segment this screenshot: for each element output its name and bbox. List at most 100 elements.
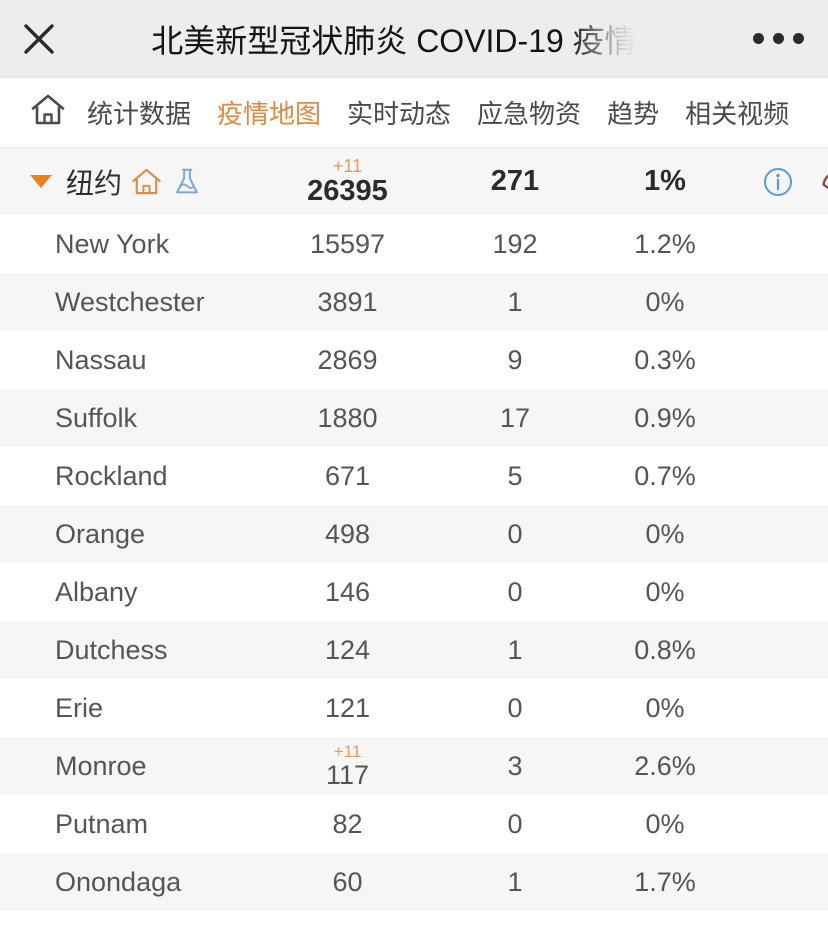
nav-tab-5[interactable]: 趋势	[594, 94, 672, 131]
county-confirmed-cell: 671	[255, 462, 440, 490]
county-name-cell: Nassau	[55, 344, 147, 375]
county-confirmed-cell: 60	[255, 868, 440, 896]
county-confirmed-cell: 498	[255, 520, 440, 548]
county-rate-cell: 1.2%	[634, 228, 696, 259]
county-name-cell: Albany	[55, 576, 138, 607]
county-confirmed-value: 2869	[317, 344, 378, 375]
window-title-bar: 北美新型冠状肺炎 COVID-19 疫情	[0, 0, 828, 78]
region-header-row[interactable]: 纽约 +11 26395 271 1%	[0, 148, 828, 215]
more-options-button[interactable]	[728, 0, 828, 78]
county-deaths-cell: 0	[507, 808, 523, 839]
county-rate-cell: 0.8%	[634, 634, 696, 665]
county-confirmed-cell: 2869	[255, 346, 440, 374]
table-row[interactable]: New York 15597 192 1.2%	[0, 215, 828, 273]
close-button[interactable]	[0, 0, 78, 78]
table-row[interactable]: Monroe +11 117 3 2.6%	[0, 737, 828, 795]
nav-tab-6[interactable]: 相关视频	[672, 94, 802, 131]
county-deaths-cell: 1	[507, 634, 523, 665]
county-confirmed-cell: 1880	[255, 404, 440, 432]
county-confirmed-value: 3891	[317, 286, 378, 317]
nav-home-button[interactable]	[22, 87, 74, 139]
county-rate-cell: 1.7%	[634, 866, 696, 897]
flask-icon[interactable]	[171, 166, 203, 198]
county-rate-cell: 0%	[645, 808, 685, 839]
region-name-cell: 纽约	[0, 162, 255, 202]
region-rate-cell: 1%	[644, 165, 686, 198]
region-confirmed-cell: +11 26395	[255, 156, 440, 207]
county-deaths-cell: 5	[507, 460, 523, 491]
table-row[interactable]: Nassau 2869 9 0.3%	[0, 331, 828, 389]
table-row[interactable]: Rockland 671 5 0.7%	[0, 447, 828, 505]
county-deaths-cell: 1	[507, 286, 523, 317]
county-confirmed-value: 146	[324, 576, 371, 607]
county-confirmed-value: 498	[324, 518, 371, 549]
county-name-cell: Orange	[55, 518, 146, 549]
county-confirmed-cell: 15597	[255, 230, 440, 258]
county-deaths-cell: 0	[507, 692, 523, 723]
county-confirmed-cell: +11 117	[255, 742, 440, 790]
house-icon[interactable]	[130, 165, 163, 198]
nav-tab-3[interactable]: 实时动态	[334, 94, 464, 131]
county-rate-cell: 0%	[645, 286, 685, 317]
home-icon	[29, 91, 67, 134]
county-confirmed-value: 124	[324, 634, 371, 665]
county-rate-cell: 0.9%	[634, 402, 696, 433]
county-rate-cell: 0%	[645, 692, 685, 723]
table-row[interactable]: Albany 146 0 0%	[0, 563, 828, 621]
table-row[interactable]: Putnam 82 0 0%	[0, 795, 828, 853]
region-deaths-cell: 271	[490, 165, 540, 198]
info-circle-icon[interactable]	[762, 166, 794, 198]
county-confirmed-cell: 124	[255, 636, 440, 664]
county-confirmed-cell: 121	[255, 694, 440, 722]
more-dot-icon	[792, 33, 804, 44]
table-row[interactable]: Suffolk 1880 17 0.9%	[0, 389, 828, 447]
county-name-cell: Dutchess	[55, 634, 168, 665]
table-row[interactable]: Onondaga 60 1 1.7%	[0, 853, 828, 911]
more-dot-icon	[772, 33, 784, 44]
county-name-cell: Onondaga	[55, 866, 182, 897]
county-name-cell: New York	[55, 228, 170, 259]
county-name-cell: Putnam	[55, 808, 149, 839]
nav-tab-1[interactable]: 统计数据	[74, 94, 204, 131]
table-row[interactable]: Erie 121 0 0%	[0, 679, 828, 737]
county-confirmed-value: 1880	[317, 402, 378, 433]
county-name-cell: Erie	[55, 692, 104, 723]
county-confirmed-cell: 3891	[255, 288, 440, 316]
covid-county-table: 纽约 +11 26395 271 1% New York 15597 192 1…	[0, 148, 828, 911]
county-confirmed-value: 60	[332, 866, 363, 897]
page-title: 北美新型冠状肺炎 COVID-19 疫情	[151, 22, 637, 59]
county-rate-cell: 0.7%	[634, 460, 696, 491]
triangle-down-icon[interactable]	[30, 175, 52, 188]
county-deaths-cell: 192	[492, 228, 538, 259]
region-name-label: 纽约	[66, 167, 123, 199]
county-confirmed-value: 671	[324, 460, 371, 491]
county-confirmed-value: 117	[325, 759, 370, 790]
county-deaths-cell: 1	[507, 866, 523, 897]
county-confirmed-value: 82	[332, 808, 363, 839]
phone-icon[interactable]	[816, 166, 828, 198]
nav-tabs: 统计数据 疫情地图 实时动态 应急物资 趋势 相关视频	[0, 78, 828, 148]
county-rate-cell: 0%	[645, 518, 685, 549]
table-row[interactable]: Westchester 3891 1 0%	[0, 273, 828, 331]
county-name-cell: Westchester	[55, 286, 205, 317]
nav-tab-4[interactable]: 应急物资	[464, 94, 594, 131]
county-name-cell: Monroe	[55, 750, 147, 781]
window-title-container: 北美新型冠状肺炎 COVID-19 疫情	[78, 0, 728, 78]
county-name-cell: Rockland	[55, 460, 168, 491]
county-rate-cell: 2.6%	[634, 750, 696, 781]
close-icon	[22, 22, 56, 56]
county-confirmed-cell: 146	[255, 578, 440, 606]
county-deaths-cell: 0	[507, 576, 523, 607]
more-dot-icon	[752, 33, 764, 44]
county-confirmed-value: 15597	[309, 228, 386, 259]
region-actions-cell	[740, 166, 828, 198]
county-deaths-cell: 17	[499, 402, 531, 433]
table-row[interactable]: Orange 498 0 0%	[0, 505, 828, 563]
table-row[interactable]: Dutchess 124 1 0.8%	[0, 621, 828, 679]
nav-tab-2[interactable]: 疫情地图	[204, 94, 334, 131]
county-rate-cell: 0%	[645, 576, 685, 607]
county-deaths-cell: 3	[507, 750, 523, 781]
region-confirmed-value: 26395	[307, 174, 388, 207]
county-name-cell: Suffolk	[55, 402, 138, 433]
county-deaths-cell: 0	[507, 518, 523, 549]
